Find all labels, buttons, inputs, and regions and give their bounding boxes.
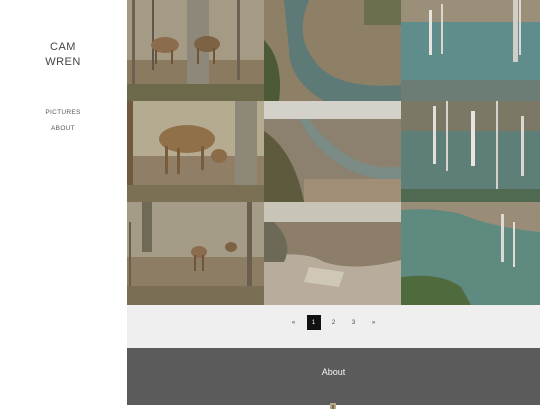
site-title-line2[interactable]: WREN xyxy=(0,55,126,70)
pagination-prev[interactable]: « xyxy=(287,315,301,330)
pagination: « 1 2 3 » xyxy=(127,315,540,330)
photo-gallery xyxy=(127,0,540,305)
gallery-tile-lake-shore[interactable] xyxy=(401,202,540,305)
pagination-page-3[interactable]: 3 xyxy=(347,315,361,330)
nav-item-about[interactable]: ABOUT xyxy=(0,121,126,137)
gallery-tile-deer-among-trees[interactable] xyxy=(127,202,264,305)
gallery-tile-rocky-bluff[interactable] xyxy=(264,202,401,305)
site-title[interactable]: CAM WREN xyxy=(0,40,126,70)
footer-thumbnail-icon xyxy=(329,397,337,409)
pagination-next[interactable]: » xyxy=(367,315,381,330)
main-nav: PICTURES ABOUT xyxy=(0,105,126,137)
footer: About xyxy=(127,348,540,409)
gallery-tile-flooded-trees[interactable] xyxy=(401,0,540,101)
gallery-tile-deer-in-woods[interactable] xyxy=(127,0,264,101)
gallery-tile-dead-trees-water[interactable] xyxy=(401,101,540,202)
gallery-tile-canyon-river[interactable] xyxy=(264,101,401,202)
gallery-tile-river-bend[interactable] xyxy=(264,0,401,101)
nav-item-pictures[interactable]: PICTURES xyxy=(0,105,126,121)
pagination-bar: « 1 2 3 » xyxy=(127,305,540,348)
site-title-line1[interactable]: CAM xyxy=(0,40,126,55)
gallery-tile-grazing-deer[interactable] xyxy=(127,101,264,202)
pagination-page-2[interactable]: 2 xyxy=(327,315,341,330)
sidebar: CAM WREN PICTURES ABOUT xyxy=(0,0,126,405)
pagination-page-1[interactable]: 1 xyxy=(306,315,321,330)
footer-about-title: About xyxy=(321,367,346,377)
